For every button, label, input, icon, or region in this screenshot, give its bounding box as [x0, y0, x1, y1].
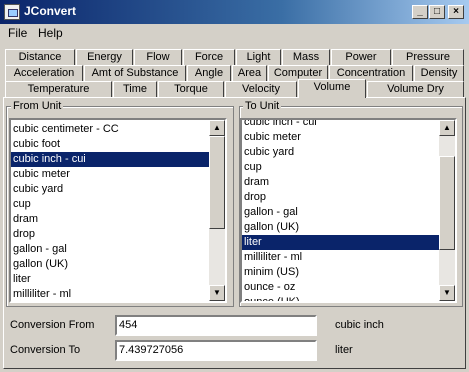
list-item[interactable]: drop [242, 190, 439, 205]
list-item[interactable]: ounce (UK) [242, 295, 439, 301]
tab-volume-dry[interactable]: Volume Dry [367, 81, 464, 97]
list-item[interactable]: dram [242, 175, 439, 190]
menu-help[interactable]: Help [38, 26, 63, 40]
tab-density[interactable]: Density [414, 65, 464, 81]
conversion-from-label: Conversion From [10, 319, 95, 331]
minimize-button[interactable]: _ [412, 5, 428, 19]
tab-amt-of-substance[interactable]: Amt of Substance [84, 65, 186, 81]
tab-distance[interactable]: Distance [5, 49, 75, 65]
from-unit-scrollbar[interactable]: ▲ ▼ [209, 120, 225, 301]
scroll-down-icon[interactable]: ▼ [209, 285, 225, 301]
to-unit-label: To Unit [243, 100, 282, 112]
tab-volume[interactable]: Volume [298, 79, 366, 98]
list-item[interactable]: cubic inch - cui [242, 120, 439, 130]
tab-time[interactable]: Time [113, 81, 157, 97]
tab-area[interactable]: Area [232, 65, 267, 81]
tab-row-1: Distance Energy Flow Force Light Mass Po… [0, 49, 469, 65]
list-item[interactable]: minim (US) [242, 265, 439, 280]
tab-mass[interactable]: Mass [282, 49, 330, 65]
conversion-to-output[interactable]: 7.439727056 [115, 340, 317, 361]
conversion-from-input[interactable]: 454 [115, 315, 317, 336]
list-item[interactable]: cubic inch - cui [11, 152, 209, 167]
list-item[interactable]: gallon - gal [11, 242, 209, 257]
list-item[interactable]: cubic yard [242, 145, 439, 160]
list-item[interactable]: cubic yard [11, 182, 209, 197]
list-item[interactable]: cup [242, 160, 439, 175]
conversion-from-unit: cubic inch [335, 319, 384, 331]
maximize-button[interactable]: □ [429, 5, 445, 19]
to-unit-list[interactable]: cubic inch - cui cubic meter cubic yard cup… [240, 118, 457, 303]
from-unit-label: From Unit [11, 100, 64, 112]
list-item[interactable]: gallon (UK) [11, 257, 209, 272]
tab-row-2: Acceleration Amt of Substance Angle Area… [0, 65, 469, 81]
list-item[interactable]: milliliter - ml [242, 250, 439, 265]
title-bar[interactable]: JConvert _ □ × [0, 0, 469, 24]
tab-force[interactable]: Force [183, 49, 235, 65]
list-item[interactable]: cubic meter [242, 130, 439, 145]
list-item[interactable]: cubic centimeter - CC [11, 122, 209, 137]
list-item[interactable]: ounce - oz [242, 280, 439, 295]
tab-velocity[interactable]: Velocity [225, 81, 297, 97]
scroll-thumb[interactable] [209, 136, 225, 229]
list-item[interactable]: drop [11, 227, 209, 242]
conversion-to-label: Conversion To [10, 344, 81, 356]
menu-bar: File Help [0, 24, 469, 42]
app-icon[interactable] [4, 4, 20, 20]
conversion-to-unit: liter [335, 344, 353, 356]
list-item[interactable]: cubic foot [11, 137, 209, 152]
tab-angle[interactable]: Angle [187, 65, 231, 81]
list-item[interactable]: gallon - gal [242, 205, 439, 220]
list-item[interactable]: liter [11, 272, 209, 287]
tab-row-3: Temperature Time Torque Velocity Volume … [0, 79, 469, 98]
tab-energy[interactable]: Energy [76, 49, 133, 65]
tab-acceleration[interactable]: Acceleration [5, 65, 83, 81]
list-item[interactable]: cup [11, 197, 209, 212]
window-title: JConvert [24, 4, 77, 18]
tab-power[interactable]: Power [331, 49, 391, 65]
scroll-down-icon[interactable]: ▼ [439, 285, 455, 301]
list-item[interactable]: liter [242, 235, 439, 250]
scroll-up-icon[interactable]: ▲ [209, 120, 225, 136]
from-unit-list[interactable]: cubic centimeter - CC cubic foot cubic inc… [9, 118, 227, 303]
close-button[interactable]: × [448, 5, 464, 19]
scroll-up-icon[interactable]: ▲ [439, 120, 455, 136]
to-unit-scrollbar[interactable]: ▲ ▼ [439, 120, 455, 301]
list-item[interactable]: milliliter - ml [11, 287, 209, 301]
tab-light[interactable]: Light [236, 49, 281, 65]
list-item[interactable]: cubic meter [11, 167, 209, 182]
tab-pressure[interactable]: Pressure [392, 49, 464, 65]
list-item[interactable]: dram [11, 212, 209, 227]
tab-temperature[interactable]: Temperature [5, 81, 112, 97]
tab-torque[interactable]: Torque [158, 81, 224, 97]
list-item[interactable]: gallon (UK) [242, 220, 439, 235]
tab-flow[interactable]: Flow [134, 49, 182, 65]
scroll-thumb[interactable] [439, 156, 455, 250]
menu-file[interactable]: File [8, 26, 27, 40]
